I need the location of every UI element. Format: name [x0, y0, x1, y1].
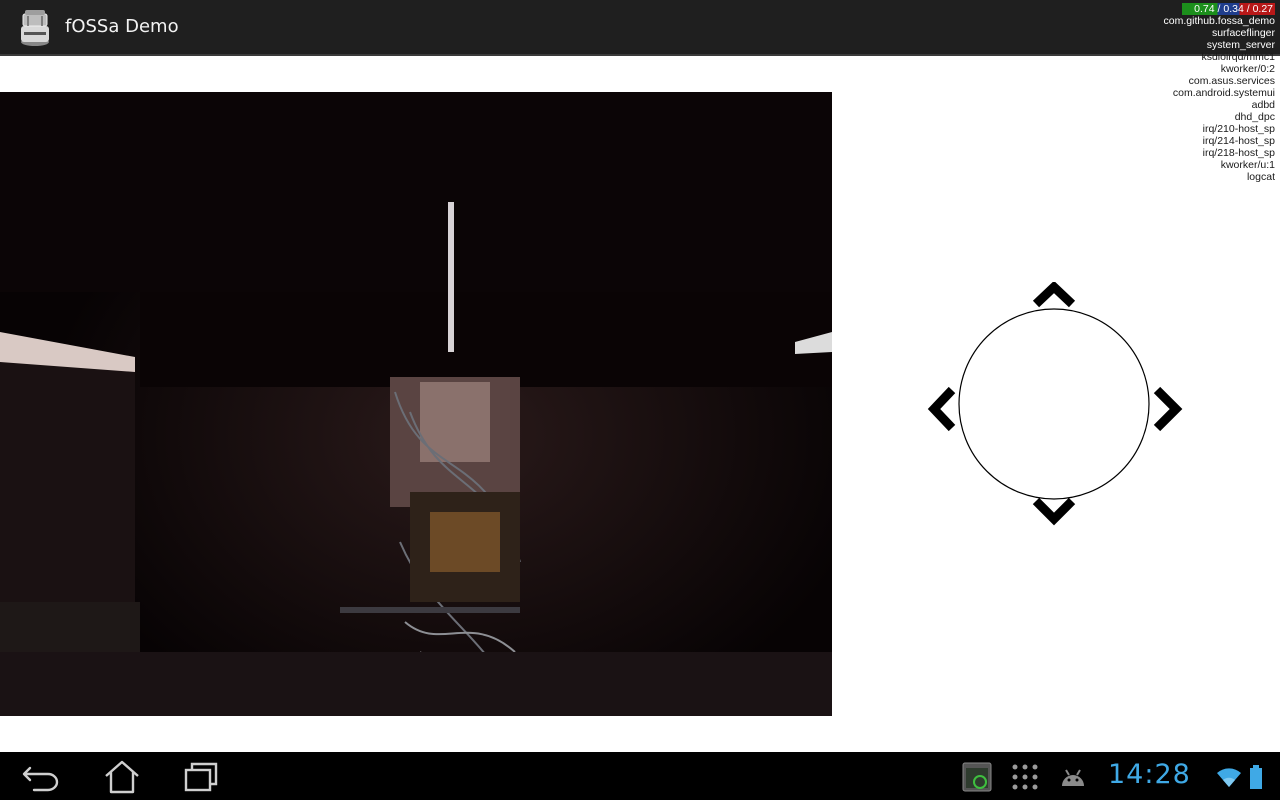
load-separator: / [1243, 3, 1253, 15]
wifi-icon [1217, 768, 1241, 787]
process-item: kworker/u:1 [1220, 159, 1275, 171]
up-arrow-icon[interactable] [1032, 282, 1076, 308]
process-item: irq/214-host_sp [1202, 135, 1275, 147]
system-nav-bar: 14:28 [0, 752, 1280, 800]
process-list: com.github.fossa_demo surfaceflinger sys… [1135, 15, 1275, 183]
load-15: 0.27 [1252, 3, 1273, 15]
process-item: logcat [1246, 171, 1275, 183]
process-item: ksdioirqd/mmc1 [1201, 51, 1275, 63]
dpad-circle[interactable] [958, 308, 1150, 500]
process-item: adbd [1251, 99, 1275, 111]
app-drawer-icon[interactable] [1011, 763, 1039, 791]
robot-icon[interactable] [18, 8, 52, 48]
recent-apps-icon[interactable] [182, 760, 222, 794]
cpu-load-average: 0.74 / 0.34 / 0.27 [1182, 3, 1275, 15]
down-arrow-icon[interactable] [1032, 497, 1076, 526]
process-item: kworker/0:2 [1220, 63, 1275, 75]
process-item: system_server [1206, 39, 1275, 51]
process-item: com.asus.services [1188, 75, 1275, 87]
battery-icon [1250, 765, 1262, 789]
process-item: com.android.systemui [1172, 87, 1275, 99]
process-item: surfaceflinger [1211, 27, 1275, 39]
process-item: com.github.fossa_demo [1163, 15, 1275, 27]
right-arrow-icon[interactable] [1153, 386, 1183, 432]
app-title: fOSSa Demo [65, 16, 179, 37]
cpu-usage-overlay: 0.74 / 0.34 / 0.27 com.github.fossa_demo… [1135, 3, 1275, 183]
screenshot-app-icon[interactable] [962, 762, 992, 792]
direction-pad [927, 282, 1183, 526]
action-bar: fOSSa Demo [0, 0, 1280, 56]
process-item: irq/210-host_sp [1202, 123, 1275, 135]
load-5: 0.34 [1223, 3, 1244, 15]
home-icon[interactable] [102, 760, 142, 794]
left-arrow-icon[interactable] [927, 386, 956, 432]
load-1: 0.74 [1194, 3, 1215, 15]
back-icon[interactable] [22, 760, 62, 794]
android-debug-icon [1062, 769, 1084, 786]
process-item: irq/218-host_sp [1202, 147, 1275, 159]
process-item: dhd_dpc [1234, 111, 1275, 123]
status-clock[interactable]: 14:28 [1108, 759, 1191, 790]
camera-feed [0, 92, 832, 716]
camera-image [0, 92, 832, 716]
